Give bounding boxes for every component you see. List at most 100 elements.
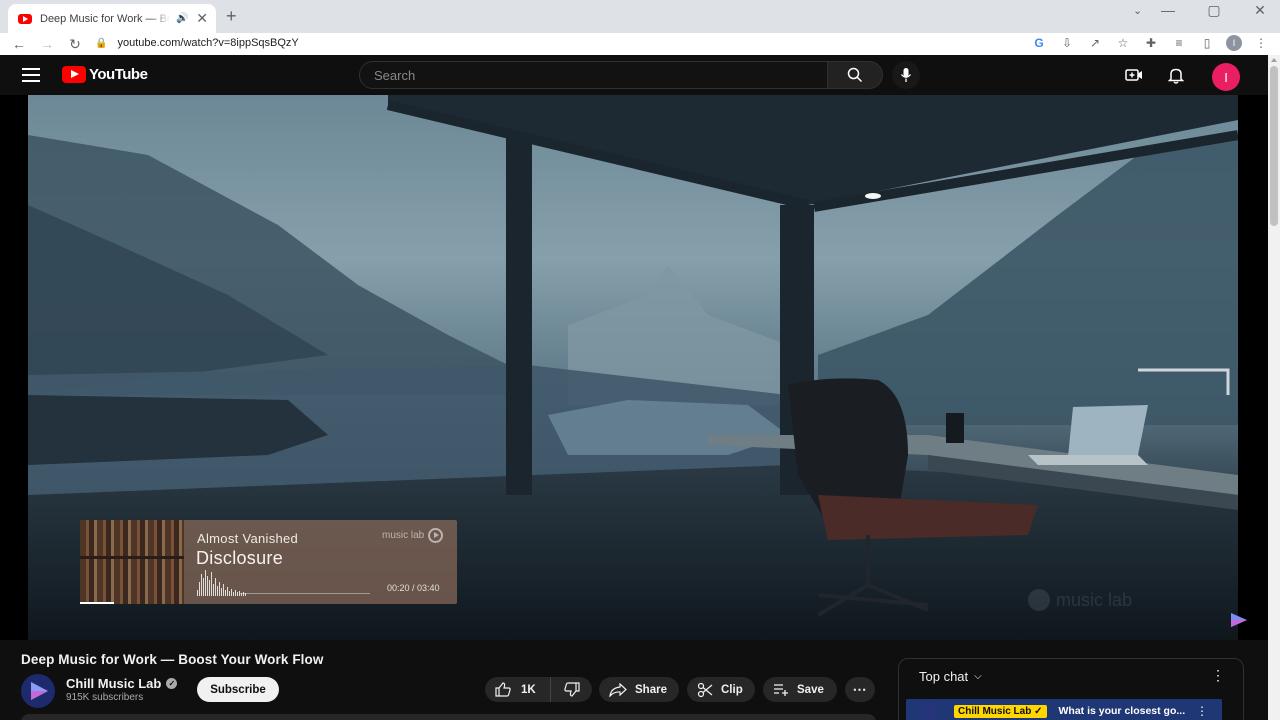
install-app-icon[interactable]: ⇩: [1058, 34, 1076, 52]
chat-more-icon[interactable]: ⋮: [1211, 667, 1225, 684]
video-title: Deep Music for Work — Boost Your Work Fl…: [21, 652, 324, 667]
channel-avatar[interactable]: [21, 674, 55, 708]
minimize-icon[interactable]: —: [1158, 2, 1178, 19]
create-video-icon: [1125, 69, 1142, 81]
channel-logo-icon: [31, 682, 48, 700]
scrollbar-thumb[interactable]: [1270, 66, 1278, 226]
pinned-author-name: Chill Music Lab: [958, 705, 1032, 717]
verified-badge-icon: ✓: [166, 678, 178, 689]
like-button[interactable]: 1K: [485, 677, 551, 702]
waveform-bar: [213, 584, 214, 596]
share-arrow-icon: [609, 682, 627, 697]
now-playing-time: 00:20 / 03:40: [387, 583, 440, 593]
top-chat-dropdown[interactable]: Top chat ⌵: [919, 669, 982, 684]
youtube-logo[interactable]: YouTube: [62, 66, 148, 83]
now-playing-thumbnail: [80, 520, 184, 604]
youtube-masthead: YouTube I: [0, 55, 1268, 95]
search-input[interactable]: [374, 62, 827, 88]
voice-search-button[interactable]: [892, 61, 920, 89]
window-close-icon[interactable]: ✕: [1250, 2, 1270, 19]
notifications-button[interactable]: [1166, 65, 1186, 85]
pinned-author-badge: Chill Music Lab ✓: [954, 704, 1047, 718]
window-controls: — ▢ ✕: [1158, 2, 1270, 19]
now-playing-progress-bar: [80, 602, 114, 604]
address-bar[interactable]: 🔒 youtube.com/watch?v=8ippSqsBQzY: [95, 33, 1025, 53]
forward-arrow-icon[interactable]: →: [33, 36, 61, 52]
browser-tab-bar: Deep Music for Work — Boost Your Work Fl…: [0, 0, 1280, 33]
audio-waveform: [197, 568, 367, 596]
channel-branding-icon[interactable]: [1229, 611, 1249, 629]
lock-icon: 🔒: [95, 37, 108, 49]
waveform-bar: [203, 578, 204, 596]
new-tab-icon[interactable]: +: [226, 6, 237, 27]
scissors-icon: [697, 682, 713, 697]
maximize-icon[interactable]: ▢: [1204, 2, 1224, 19]
now-playing-card: Almost Vanished Disclosure music lab 00:…: [80, 520, 457, 604]
waveform-bar: [199, 582, 200, 596]
bookmark-star-icon[interactable]: ☆: [1114, 34, 1132, 52]
waveform-bar: [229, 591, 230, 596]
save-playlist-icon: [774, 683, 788, 696]
tab-title: Deep Music for Work — Boost Your Work Fl…: [40, 12, 170, 25]
waveform-bar: [209, 580, 210, 596]
scroll-up-arrow-icon[interactable]: [1271, 58, 1277, 62]
description-box[interactable]: [21, 714, 876, 720]
side-panel-icon[interactable]: ▯: [1198, 34, 1216, 52]
extensions-puzzle-icon[interactable]: ✚: [1142, 34, 1160, 52]
youtube-logo-text: YouTube: [89, 66, 148, 83]
video-player[interactable]: Almost Vanished Disclosure music lab 00:…: [28, 95, 1238, 640]
share-page-icon[interactable]: ↗: [1086, 34, 1104, 52]
save-button[interactable]: Save: [763, 677, 837, 702]
channel-name-link[interactable]: Chill Music Lab ✓: [66, 676, 178, 691]
clip-button[interactable]: Clip: [687, 677, 755, 702]
clip-label: Clip: [721, 683, 743, 696]
waveform-bar: [219, 582, 220, 596]
waveform-bar: [217, 586, 218, 596]
waveform-bar: [225, 590, 226, 596]
more-actions-button[interactable]: ⋯: [845, 677, 875, 702]
waveform-bar: [215, 578, 216, 596]
pinned-message-text: What is your closest go...: [1058, 705, 1186, 717]
hamburger-menu-icon[interactable]: [22, 68, 40, 82]
play-circle-icon: [428, 528, 444, 543]
waveform-bar: [221, 588, 222, 596]
chat-header-label: Top chat: [919, 669, 969, 684]
tab-audio-icon[interactable]: 🔊: [176, 13, 188, 24]
waveform-bar: [201, 574, 202, 596]
thumbs-up-icon: [495, 682, 511, 697]
waveform-bar: [207, 576, 208, 596]
chevron-down-icon: ⌵: [974, 671, 982, 682]
waveform-bar: [235, 590, 236, 596]
waveform-bar: [197, 590, 198, 596]
waveform-bar: [211, 572, 212, 596]
save-label: Save: [797, 683, 824, 696]
tab-search-chevron-icon[interactable]: ⌄: [1133, 4, 1142, 17]
media-control-icon[interactable]: ≡: [1170, 34, 1188, 52]
bell-icon: [1167, 68, 1185, 84]
pinned-chat-message[interactable]: Chill Music Lab ✓ What is your closest g…: [906, 699, 1222, 720]
subscribe-button[interactable]: Subscribe: [197, 677, 279, 702]
pinned-more-icon[interactable]: ⋮: [1196, 704, 1208, 718]
dislike-button[interactable]: [551, 677, 592, 702]
google-icon[interactable]: G: [1030, 34, 1048, 52]
account-avatar[interactable]: I: [1212, 63, 1240, 91]
reload-icon[interactable]: ↻: [61, 36, 89, 53]
browser-toolbar: ← → ↻ 🔒 youtube.com/watch?v=8ippSqsBQzY …: [0, 33, 1280, 55]
now-playing-brand: music lab: [382, 528, 444, 543]
create-video-button[interactable]: [1124, 65, 1144, 85]
browser-tab[interactable]: Deep Music for Work — Boost Your Work Fl…: [8, 4, 216, 33]
search-box: [359, 61, 828, 89]
now-playing-track: Disclosure: [196, 548, 284, 568]
url-text: youtube.com/watch?v=8ippSqsBQzY: [117, 37, 299, 49]
share-button[interactable]: Share: [599, 677, 679, 702]
search-button[interactable]: [827, 61, 883, 89]
waveform-bar: [231, 589, 232, 596]
waveform-bar: [227, 587, 228, 596]
channel-name: Chill Music Lab: [66, 676, 162, 691]
browser-profile-avatar[interactable]: I: [1226, 35, 1242, 51]
back-arrow-icon[interactable]: ←: [5, 36, 33, 52]
browser-extensions: G ⇩ ↗ ☆ ✚ ≡ ▯ I ⋮: [1030, 34, 1270, 52]
tab-close-icon[interactable]: ✕: [196, 10, 208, 27]
browser-menu-icon[interactable]: ⋮: [1252, 34, 1270, 52]
now-playing-artist: Almost Vanished: [197, 531, 299, 546]
